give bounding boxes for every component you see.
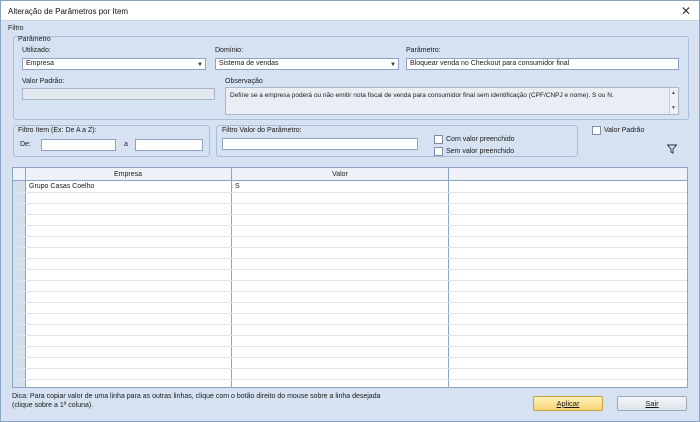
sair-button[interactable]: Sair	[617, 396, 687, 411]
title-bar: Alteração de Parâmetros por Item ✕	[1, 1, 699, 21]
sem-valor-checkbox[interactable]	[434, 147, 443, 156]
grid-row-line	[13, 335, 687, 336]
column-header-empresa[interactable]: Empresa	[25, 168, 231, 181]
filtro-valor-input[interactable]	[222, 138, 418, 150]
parametro-group-label: Parâmetro	[18, 36, 51, 43]
dica-text: Dica: Para copiar valor de uma linha par…	[12, 393, 381, 409]
sem-valor-label: Sem valor preenchido	[446, 148, 515, 155]
utilizado-label: Utilizado:	[22, 47, 51, 54]
grid-divider	[25, 168, 26, 387]
grid-row-line	[13, 357, 687, 358]
table-row-valor[interactable]: S	[235, 182, 240, 192]
de-label: De:	[20, 141, 31, 148]
parametro-input[interactable]: Bloquear venda no Checkout para consumid…	[406, 58, 679, 70]
grid-row-line	[13, 258, 687, 259]
close-icon[interactable]: ✕	[681, 4, 691, 18]
grid-row-line	[13, 214, 687, 215]
a-label: a	[124, 141, 128, 148]
row-header-column	[13, 168, 25, 387]
observacao-memo[interactable]: Define se a empresa poderá ou não emitir…	[225, 87, 679, 115]
grid-divider	[231, 168, 232, 387]
dominio-label: Domínio:	[215, 47, 244, 54]
valor-padrao-label: Valor Padrão:	[22, 78, 65, 85]
aplicar-label: Aplicar	[556, 399, 580, 408]
scroll-up-icon[interactable]: ▲	[671, 89, 676, 98]
grid-row-line	[13, 203, 687, 204]
grid-row-line	[13, 269, 687, 270]
grid-row-line	[13, 291, 687, 292]
grid-header: Empresa Valor	[13, 168, 687, 181]
scroll-down-icon[interactable]: ▼	[671, 104, 676, 113]
parameter-grid[interactable]: Empresa Valor Grupo Casas Coelho S	[12, 167, 688, 388]
grid-row-line	[13, 247, 687, 248]
parametro-label: Parâmetro:	[406, 47, 441, 54]
filtro-item-label: Filtro Item (Ex: De A a Z):	[18, 127, 97, 134]
utilizado-value: Empresa	[26, 60, 55, 67]
grid-row-line	[13, 368, 687, 369]
column-header-valor[interactable]: Valor	[232, 168, 448, 181]
filtro-label: Filtro	[8, 25, 24, 32]
aplicar-button[interactable]: Aplicar	[533, 396, 603, 411]
valor-padrao-field	[22, 88, 215, 100]
valor-padrao-check-label: Valor Padrão	[604, 127, 645, 134]
filter-icon[interactable]	[666, 144, 678, 154]
grid-row-line	[13, 302, 687, 303]
chevron-down-icon: ▼	[390, 62, 396, 68]
scrollbar[interactable]: ▲ ▼	[669, 88, 678, 114]
grid-row-line	[13, 225, 687, 226]
observacao-text: Define se a empresa poderá ou não emitir…	[230, 92, 614, 99]
grid-row-line	[13, 313, 687, 314]
utilizado-select[interactable]: Empresa ▼	[22, 58, 206, 70]
window-title: Alteração de Parâmetros por Item	[8, 7, 129, 16]
de-input[interactable]	[41, 139, 116, 151]
sair-label: Sair	[645, 399, 659, 408]
grid-row-line	[13, 192, 687, 193]
table-row-empresa[interactable]: Grupo Casas Coelho	[29, 182, 94, 192]
chevron-down-icon: ▼	[197, 62, 203, 68]
a-input[interactable]	[135, 139, 203, 151]
filtro-valor-label: Filtro Valor do Parâmetro:	[222, 127, 302, 134]
observacao-label: Observação	[225, 78, 263, 85]
grid-row-line	[13, 280, 687, 281]
grid-row-line	[13, 346, 687, 347]
grid-row-line	[13, 324, 687, 325]
grid-row-line	[13, 379, 687, 380]
dominio-value: Sistema de vendas	[219, 60, 279, 67]
com-valor-checkbox[interactable]	[434, 135, 443, 144]
grid-divider	[448, 168, 449, 387]
grid-row-line	[13, 236, 687, 237]
valor-padrao-checkbox[interactable]	[592, 126, 601, 135]
com-valor-label: Com valor preenchido	[446, 136, 515, 143]
dialog-window: Alteração de Parâmetros por Item ✕ Filtr…	[0, 0, 700, 422]
dominio-select[interactable]: Sistema de vendas ▼	[215, 58, 399, 70]
